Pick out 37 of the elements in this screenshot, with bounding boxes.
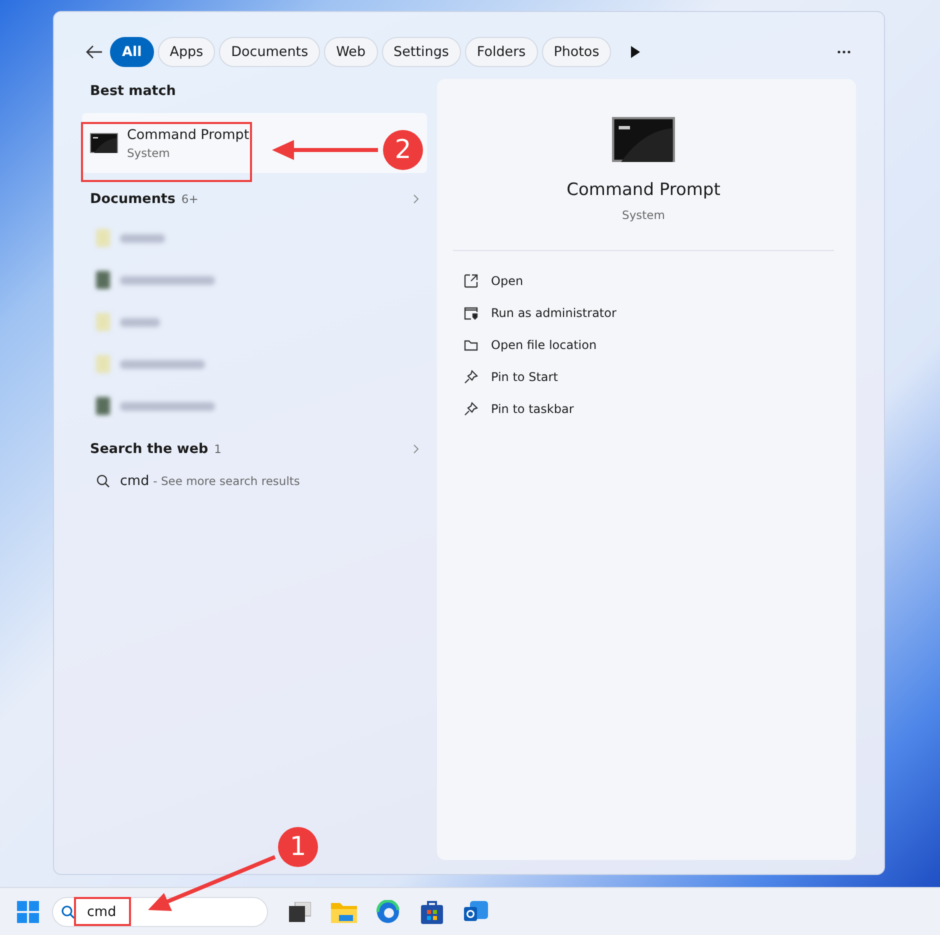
detail-title: Command Prompt bbox=[566, 180, 720, 200]
filter-tab[interactable]: Documents bbox=[219, 37, 320, 67]
action-item[interactable]: Open file location bbox=[453, 329, 834, 361]
filter-tab[interactable]: Apps bbox=[158, 37, 216, 67]
section-heading: Search the web bbox=[90, 441, 208, 457]
chevron-right-icon[interactable] bbox=[413, 444, 419, 454]
pin-icon bbox=[463, 401, 479, 417]
result-count: 1 bbox=[214, 442, 222, 456]
action-item[interactable]: Run as administrator bbox=[453, 297, 834, 329]
filter-tab[interactable]: Folders bbox=[464, 37, 538, 67]
search-icon bbox=[96, 474, 110, 488]
result-subtitle: System bbox=[127, 146, 171, 160]
highlight-frame bbox=[74, 897, 131, 926]
action-item[interactable]: Pin to taskbar bbox=[453, 393, 834, 425]
detail-subtitle: System bbox=[622, 208, 665, 222]
filter-tab[interactable]: Settings bbox=[382, 37, 461, 67]
web-query[interactable]: cmd bbox=[120, 473, 150, 489]
result-count: 6+ bbox=[181, 192, 198, 206]
action-item[interactable]: Open bbox=[453, 265, 834, 297]
section-heading: Best match bbox=[90, 83, 176, 99]
filter-tab[interactable]: All bbox=[110, 37, 154, 67]
action-item[interactable]: Pin to Start bbox=[453, 361, 834, 393]
web-hint: - See more search results bbox=[153, 474, 300, 488]
result-title: Command Prompt bbox=[127, 126, 250, 142]
filter-tab[interactable]: Web bbox=[324, 37, 378, 67]
external-link-icon bbox=[463, 273, 479, 289]
pin-icon bbox=[463, 369, 479, 385]
search-icon bbox=[61, 904, 75, 919]
section-heading: Documents bbox=[90, 191, 176, 207]
filter-tab[interactable]: Photos bbox=[542, 37, 612, 67]
terminal-icon bbox=[90, 133, 118, 153]
shield-window-icon bbox=[463, 305, 479, 321]
chevron-right-icon[interactable] bbox=[413, 194, 419, 204]
taskbar-search-field[interactable]: cmd bbox=[52, 896, 268, 927]
terminal-icon bbox=[612, 117, 675, 162]
blurred-file-item bbox=[96, 313, 160, 331]
blurred-file-item bbox=[96, 229, 165, 247]
